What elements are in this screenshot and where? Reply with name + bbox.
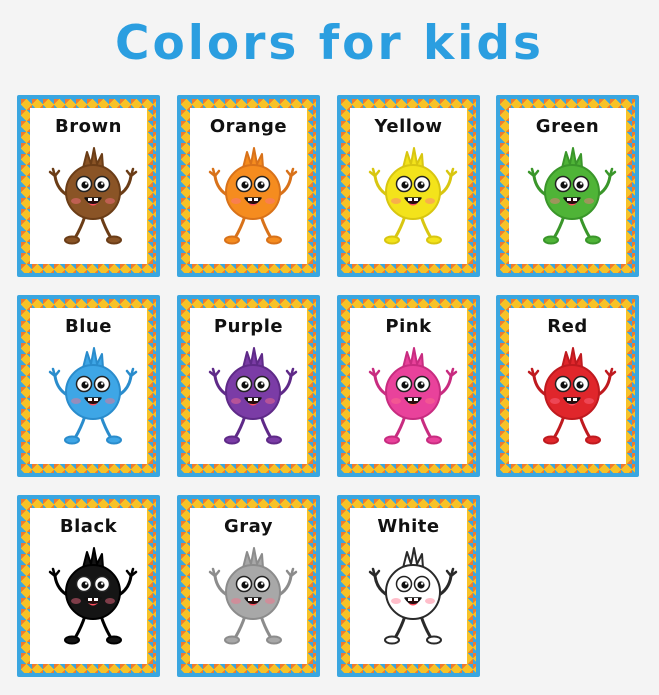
card-label: Blue [65,316,112,337]
card-panel: Green [509,108,626,264]
card-panel: Black [30,508,147,664]
card-panel: Gray [190,508,307,664]
blue-monster-icon [47,346,139,450]
card-label: Yellow [374,116,443,137]
card-panel: Brown [30,108,147,264]
card-label: Pink [385,316,432,337]
orange-monster-icon [207,146,299,250]
green-monster-icon [526,146,618,250]
card-label: Black [59,516,118,537]
color-card-red: Red [496,295,639,477]
page-title: Colors for kids [115,16,544,71]
card-panel: Orange [190,108,307,264]
brown-monster-icon [47,146,139,250]
color-card-white: White [337,495,480,677]
card-label: Purple [213,316,284,337]
yellow-monster-icon [367,146,459,250]
color-card-blue: Blue [17,295,160,477]
card-panel: White [350,508,467,664]
card-label: Green [535,116,600,137]
card-panel: Blue [30,308,147,464]
card-label: Brown [55,116,122,137]
card-panel: Red [509,308,626,464]
color-card-black: Black [17,495,160,677]
color-card-yellow: Yellow [337,95,480,277]
card-label: Gray [224,516,273,537]
card-label: Red [547,316,588,337]
red-monster-icon [526,346,618,450]
card-panel: Pink [350,308,467,464]
pink-monster-icon [367,346,459,450]
white-monster-icon [367,546,459,650]
card-panel: Yellow [350,108,467,264]
color-card-pink: Pink [337,295,480,477]
card-label: White [377,516,440,537]
purple-monster-icon [207,346,299,450]
color-card-green: Green [496,95,639,277]
gray-monster-icon [207,546,299,650]
color-card-purple: Purple [177,295,320,477]
color-card-orange: Orange [177,95,320,277]
color-card-gray: Gray [177,495,320,677]
card-label: Orange [209,116,288,137]
card-panel: Purple [190,308,307,464]
black-monster-icon [47,546,139,650]
color-card-brown: Brown [17,95,160,277]
